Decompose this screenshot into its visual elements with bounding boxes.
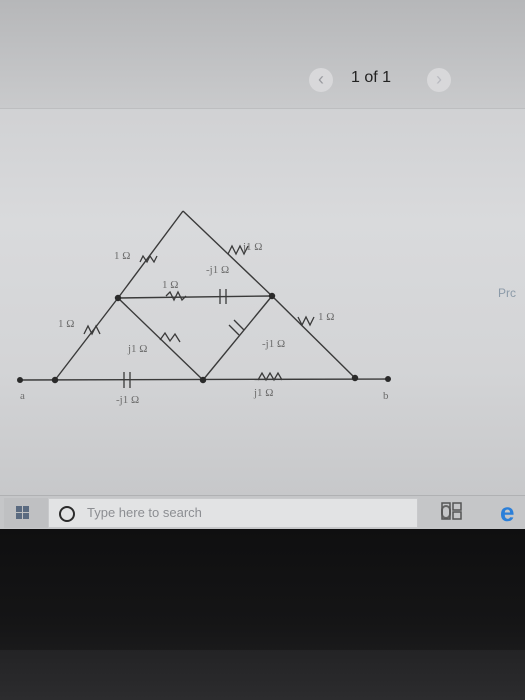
wire-left-lower [54,297,119,381]
node-right [268,292,276,300]
wire-middle-horizontal [117,295,273,299]
screen: ‹ 1 of 1 › Prc 1 Ω j1 Ω 1 Ω -j1 Ω 1 Ω j1… [0,0,525,495]
node-bottom-right [351,374,359,382]
circuit-diagram: 1 Ω j1 Ω 1 Ω -j1 Ω 1 Ω j1 Ω -j1 Ω 1 Ω j1… [17,210,391,406]
search-placeholder: Type here to search [87,505,202,520]
terminal-a-dot [17,377,23,383]
task-view-icon[interactable] [440,500,464,524]
node-left [114,294,122,302]
label-terminal-a: a [20,390,25,402]
label-terminal-b: b [383,390,389,402]
wire-right-lower [271,295,356,379]
windows-start-icon[interactable] [4,498,48,528]
monitor-bezel-edge [0,650,525,700]
search-circle-icon [59,506,75,522]
label-l-right-top: j1 Ω [242,241,262,253]
wire-right-upper [182,210,273,297]
edge-browser-icon[interactable]: e [500,498,525,528]
taskbar: Type here to search e [0,495,525,530]
node-bottom-center [199,376,207,384]
resistor-center [165,290,187,302]
label-l-bottom: j1 Ω [253,387,273,399]
label-r-right: 1 Ω [318,311,334,323]
label-c-bottom: -j1 Ω [116,394,139,406]
circuit-wires [19,210,389,381]
label-l-left-mid: j1 Ω [127,343,147,355]
label-r-left: 1 Ω [58,318,74,330]
taskbar-search-input[interactable]: Type here to search [48,498,451,528]
label-r-left-top: 1 Ω [114,250,130,262]
label-c-center-top: -j1 Ω [206,264,229,276]
resistor-left [83,324,101,336]
label-r-center: 1 Ω [162,279,178,291]
node-bottom-left [51,376,59,384]
label-c-center-mid: -j1 Ω [262,338,285,350]
terminal-b-dot [385,376,391,382]
